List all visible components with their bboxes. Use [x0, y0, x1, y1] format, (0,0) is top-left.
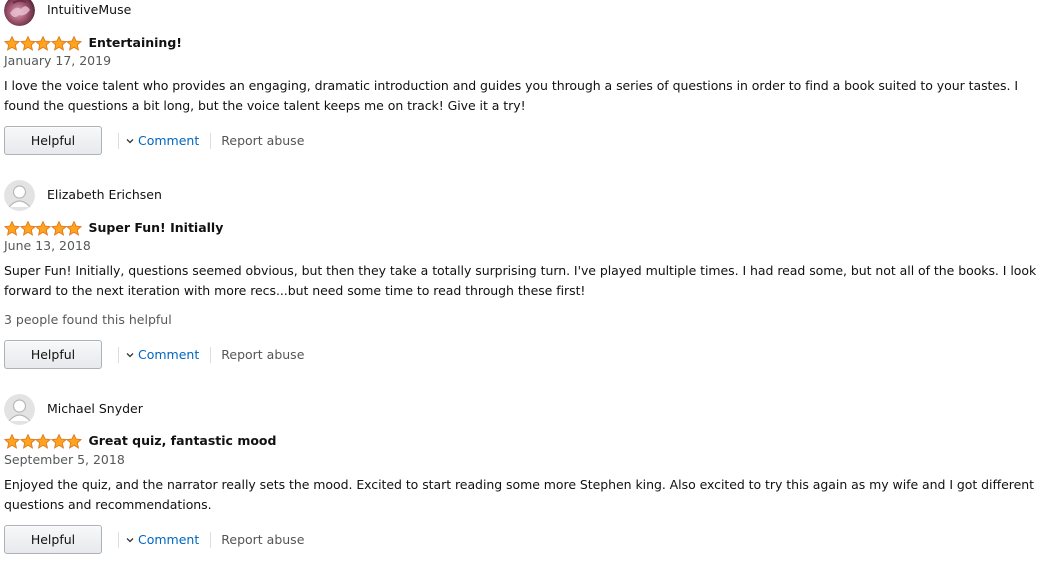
divider [210, 132, 212, 149]
comment-label[interactable]: Comment [138, 133, 199, 148]
rating-row: Great quiz, fantastic mood [4, 432, 276, 450]
rating-row: Super Fun! Initially [4, 219, 223, 237]
star-icon [50, 35, 67, 51]
divider [210, 531, 212, 548]
helpful-button[interactable]: Helpful [4, 126, 102, 155]
helpful-button[interactable]: Helpful [4, 340, 102, 369]
rating-row: Entertaining! [4, 34, 182, 52]
avatar[interactable] [4, 393, 35, 425]
star-icon [19, 35, 36, 51]
report-abuse-link[interactable]: Report abuse [221, 133, 304, 148]
comment-link[interactable]: Comment [126, 532, 199, 547]
star-rating[interactable] [4, 433, 82, 449]
star-icon [66, 220, 82, 236]
review-body: Enjoyed the quiz, and the narrator reall… [4, 477, 1034, 512]
report-abuse-link[interactable]: Report abuse [221, 532, 304, 547]
helpful-button[interactable]: Helpful [4, 525, 102, 554]
chevron-down-icon [126, 137, 134, 145]
reviewer-profile[interactable]: Elizabeth Erichsen [4, 179, 162, 211]
star-icon [35, 433, 51, 449]
comment-link[interactable]: Comment [126, 347, 199, 362]
star-icon [4, 433, 20, 449]
reviewer-name[interactable]: Michael Snyder [47, 401, 143, 417]
divider [210, 346, 212, 363]
comment-label[interactable]: Comment [138, 532, 199, 547]
star-icon [66, 433, 82, 449]
star-rating[interactable] [4, 220, 82, 236]
review-date: January 17, 2019 [4, 53, 112, 68]
reviewer-name[interactable]: IntuitiveMuse [47, 2, 131, 18]
star-icon [50, 220, 67, 236]
avatar[interactable] [4, 0, 35, 26]
review-actions: Helpful Comment Report abuse [4, 339, 304, 370]
divider [118, 531, 119, 548]
helpful-count: 3 people found this helpful [4, 312, 172, 327]
reviewer-profile[interactable]: Michael Snyder [4, 393, 143, 425]
divider [118, 132, 119, 149]
reviewer-name[interactable]: Elizabeth Erichsen [47, 187, 162, 203]
review-actions: Helpful Comment Report abuse [4, 125, 304, 156]
comment-label[interactable]: Comment [138, 347, 199, 362]
comment-link[interactable]: Comment [126, 133, 199, 148]
review-actions: Helpful Comment Report abuse [4, 524, 304, 555]
star-icon [35, 220, 51, 236]
star-icon [50, 433, 67, 449]
star-icon [19, 433, 36, 449]
avatar[interactable] [4, 179, 35, 211]
star-icon [4, 35, 20, 51]
review-title[interactable]: Great quiz, fantastic mood [89, 433, 277, 449]
chevron-down-icon [126, 536, 134, 544]
review-date: September 5, 2018 [4, 452, 125, 467]
chevron-down-icon [126, 351, 134, 359]
review-date: June 13, 2018 [4, 238, 91, 253]
star-icon [66, 35, 82, 51]
star-icon [4, 220, 20, 236]
divider [118, 346, 119, 363]
review-title[interactable]: Super Fun! Initially [89, 220, 224, 236]
reviewer-profile[interactable]: IntuitiveMuse [4, 0, 131, 26]
star-icon [19, 220, 36, 236]
review-body: Super Fun! Initially, questions seemed o… [4, 263, 1037, 298]
star-icon [35, 35, 51, 51]
report-abuse-link[interactable]: Report abuse [221, 347, 304, 362]
star-rating[interactable] [4, 35, 82, 51]
review-body: I love the voice talent who provides an … [4, 78, 1018, 113]
review-title[interactable]: Entertaining! [89, 35, 182, 51]
